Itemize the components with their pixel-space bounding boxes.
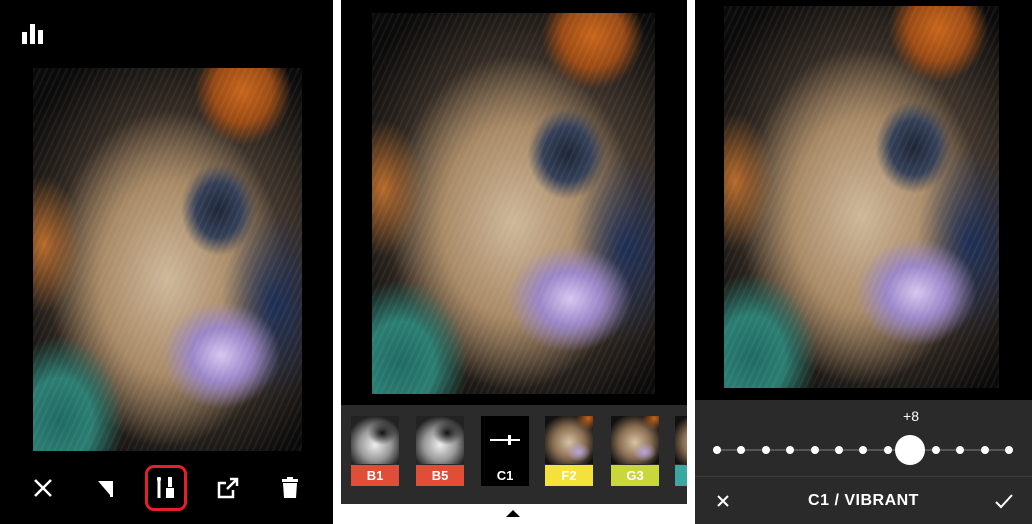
presets-panel: B1 B5 C1 F2 G3 bbox=[341, 0, 687, 504]
editor-panel bbox=[0, 0, 333, 524]
slider-icon bbox=[490, 439, 520, 441]
caret-up-icon bbox=[506, 510, 520, 517]
preset-b1[interactable]: B1 bbox=[351, 416, 399, 486]
bottom-toolbar bbox=[0, 462, 333, 517]
preset-thumbnail bbox=[675, 416, 687, 464]
close-icon[interactable] bbox=[25, 470, 61, 506]
adjust-panel: +8 C1 / VIBRANT bbox=[695, 0, 1032, 524]
preset-label: B5 bbox=[416, 465, 464, 486]
slider-dot bbox=[835, 446, 843, 454]
preset-thumbnail bbox=[545, 416, 593, 464]
slider-dot bbox=[884, 446, 892, 454]
preset-strip: B1 B5 C1 F2 G3 bbox=[341, 405, 687, 504]
slider-dot bbox=[956, 446, 964, 454]
slider-dot bbox=[1005, 446, 1013, 454]
stats-icon[interactable] bbox=[22, 24, 46, 44]
photo-preview bbox=[372, 13, 655, 394]
adjust-bar: C1 / VIBRANT bbox=[695, 477, 1032, 524]
photo-preview bbox=[724, 6, 999, 388]
preset-label: C1 bbox=[481, 465, 529, 486]
slider-dot bbox=[932, 446, 940, 454]
slider-dot bbox=[762, 446, 770, 454]
slider-dot bbox=[981, 446, 989, 454]
slider-knob-icon bbox=[508, 435, 511, 445]
slider-handle[interactable] bbox=[895, 435, 925, 465]
slider-dot bbox=[811, 446, 819, 454]
preset-label: F2 bbox=[545, 465, 593, 486]
trash-icon[interactable] bbox=[272, 470, 308, 506]
slider-dot bbox=[859, 446, 867, 454]
preset-b5[interactable]: B5 bbox=[416, 416, 464, 486]
slider-dot bbox=[737, 446, 745, 454]
adjust-title: C1 / VIBRANT bbox=[808, 492, 919, 509]
export-icon[interactable] bbox=[210, 470, 246, 506]
preset-partial[interactable] bbox=[675, 416, 687, 486]
adjust-value: +8 bbox=[903, 408, 919, 424]
photo-preview bbox=[33, 68, 302, 451]
crop-icon[interactable] bbox=[87, 470, 123, 506]
preset-f2[interactable]: F2 bbox=[545, 416, 593, 486]
preset-label: G3 bbox=[611, 465, 659, 486]
slider-dot bbox=[713, 446, 721, 454]
tools-icon[interactable] bbox=[148, 470, 184, 506]
slider-dot bbox=[786, 446, 794, 454]
preset-thumbnail bbox=[611, 416, 659, 464]
adjust-controls: +8 C1 / VIBRANT bbox=[695, 400, 1032, 524]
preset-label: B1 bbox=[351, 465, 399, 486]
preset-label bbox=[675, 465, 687, 486]
preset-c1[interactable]: C1 bbox=[481, 416, 529, 486]
preset-g3[interactable]: G3 bbox=[611, 416, 659, 486]
preset-thumbnail bbox=[416, 416, 464, 464]
check-icon[interactable] bbox=[990, 487, 1018, 515]
preset-thumbnail bbox=[351, 416, 399, 464]
